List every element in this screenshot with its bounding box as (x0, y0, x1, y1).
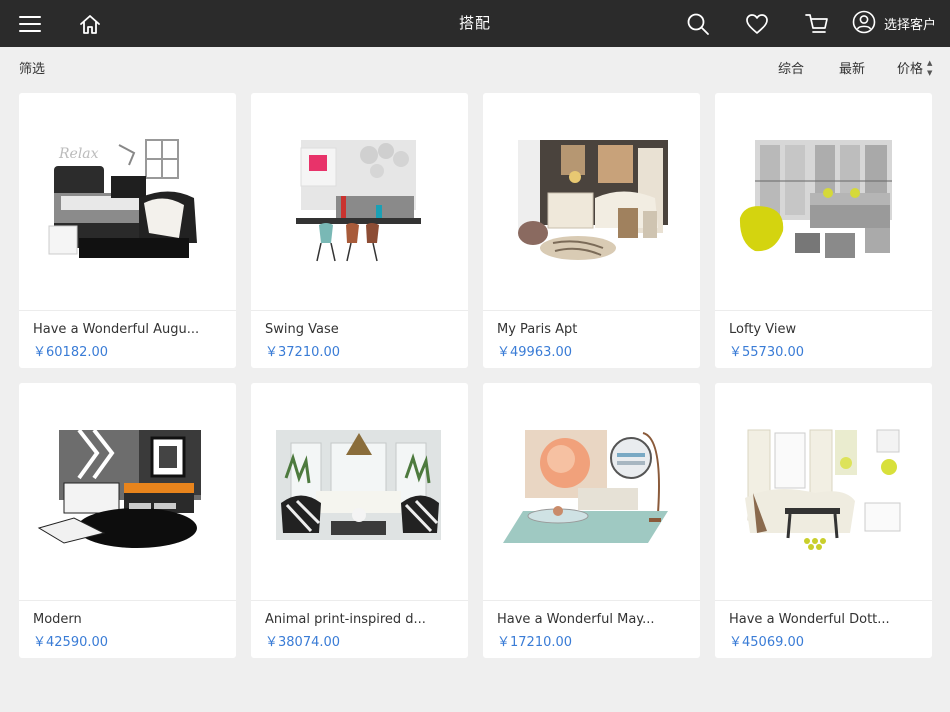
card-divider (715, 310, 932, 311)
card-divider (251, 600, 468, 601)
product-image (745, 429, 901, 550)
filter-button[interactable]: 筛选 (19, 47, 45, 93)
product-name: My Paris Apt (497, 322, 578, 337)
card-divider (715, 600, 932, 601)
product-card[interactable]: Swing Vase ￥37210.00 (251, 93, 468, 368)
card-divider (251, 310, 468, 311)
home-icon[interactable] (70, 0, 110, 47)
product-price: ￥60182.00 (33, 345, 109, 360)
product-image (739, 140, 892, 258)
product-card[interactable]: Lofty View ￥55730.00 (715, 93, 932, 368)
top-nav-bar: 搭配 选择客户 (0, 0, 950, 47)
card-divider (483, 600, 700, 601)
product-card[interactable]: Relax Have a Wonderful Augu... ￥60182.00 (19, 93, 236, 368)
sort-comprehensive-button[interactable]: 综合 (778, 47, 804, 93)
product-image (518, 140, 668, 260)
product-image (37, 428, 201, 548)
product-price: ￥37210.00 (265, 345, 341, 360)
product-image (503, 430, 668, 543)
heart-icon[interactable] (737, 0, 777, 47)
sort-price-button[interactable]: 价格 (897, 47, 923, 93)
product-price: ￥45069.00 (729, 635, 805, 650)
hamburger-menu-icon[interactable] (10, 0, 50, 47)
product-image (276, 430, 441, 540)
product-price: ￥38074.00 (265, 635, 341, 650)
user-circle-icon (852, 10, 876, 38)
svg-text:Relax: Relax (58, 146, 99, 162)
select-customer-button[interactable]: 选择客户 (852, 0, 936, 47)
card-divider (483, 310, 700, 311)
card-divider (19, 600, 236, 601)
product-image (296, 140, 421, 262)
select-customer-label: 选择客户 (884, 18, 937, 33)
product-price: ￥49963.00 (497, 345, 573, 360)
product-price: ￥42590.00 (33, 635, 109, 650)
product-card[interactable]: My Paris Apt ￥49963.00 (483, 93, 700, 368)
cart-icon[interactable] (797, 0, 837, 47)
card-divider (19, 310, 236, 311)
search-icon[interactable] (678, 0, 718, 47)
product-card[interactable]: Have a Wonderful May... ￥17210.00 (483, 383, 700, 658)
product-price: ￥17210.00 (497, 635, 573, 650)
sort-arrows-icon[interactable]: ▲ ▼ (927, 58, 932, 78)
product-name: Swing Vase (265, 322, 339, 337)
product-name: Have a Wonderful Augu... (33, 322, 200, 337)
product-card[interactable]: Modern ￥42590.00 (19, 383, 236, 658)
product-name: Animal print-inspired d... (265, 612, 426, 627)
filter-sort-bar: 筛选 综合 最新 价格 ▲ ▼ (0, 47, 950, 93)
product-name: Modern (33, 612, 82, 627)
product-card[interactable]: Animal print-inspired d... ￥38074.00 (251, 383, 468, 658)
product-image: Relax (48, 139, 197, 258)
product-name: Have a Wonderful Dott... (729, 612, 890, 627)
product-price: ￥55730.00 (729, 345, 805, 360)
product-card[interactable]: Have a Wonderful Dott... ￥45069.00 (715, 383, 932, 658)
product-name: Lofty View (729, 322, 797, 337)
sort-newest-button[interactable]: 最新 (839, 47, 865, 93)
product-name: Have a Wonderful May... (497, 612, 655, 627)
page-title: 搭配 (458, 14, 491, 32)
